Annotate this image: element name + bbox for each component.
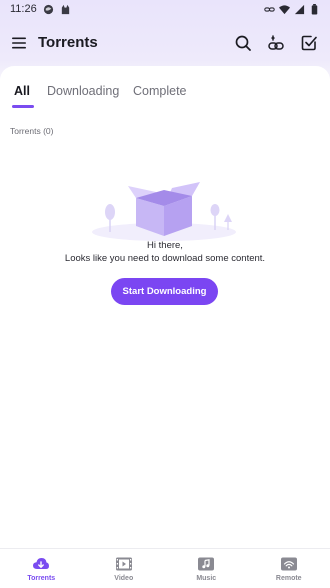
nav-item-video[interactable]: Video <box>83 549 166 588</box>
film-icon <box>115 557 132 571</box>
battery-icon <box>311 3 318 15</box>
torrent-count-label: Torrents (0) <box>10 126 54 136</box>
empty-state-hint: Looks like you need to download some con… <box>64 253 266 264</box>
nav-label-video: Video <box>114 575 134 582</box>
nav-label-remote: Remote <box>275 575 302 582</box>
nav-item-music[interactable]: Music <box>165 549 248 588</box>
tab-bar: All Downloading Complete <box>0 84 330 110</box>
bottom-nav: Torrents Video Music Remote <box>0 548 330 588</box>
music-icon <box>198 557 215 571</box>
wifi-icon <box>279 4 290 14</box>
nav-item-torrents[interactable]: Torrents <box>0 549 83 588</box>
select-checkbox-icon[interactable] <box>300 34 318 52</box>
empty-state-greeting: Hi there, <box>147 240 183 251</box>
empty-state-message: Hi there, Looks like you need to downloa… <box>0 239 330 265</box>
hamburger-menu-icon[interactable] <box>10 34 28 52</box>
nav-label-music: Music <box>196 575 217 582</box>
tab-all[interactable]: All <box>14 84 30 98</box>
start-downloading-button[interactable]: Start Downloading <box>111 278 218 305</box>
content-card <box>0 66 330 548</box>
page-title: Torrents <box>38 34 98 51</box>
nav-label-torrents: Torrents <box>27 575 56 582</box>
status-time: 11:26 <box>10 3 37 15</box>
add-torrent-link-icon[interactable] <box>267 34 285 52</box>
search-icon[interactable] <box>234 34 252 52</box>
vpn-globe-icon <box>43 4 53 14</box>
cat-app-icon <box>61 4 69 14</box>
cloud-download-icon <box>33 558 50 569</box>
signal-icon <box>294 4 305 14</box>
app-bar: Torrents <box>0 24 330 64</box>
status-bar: 11:26 <box>0 0 330 18</box>
active-tab-indicator <box>12 105 34 108</box>
nav-item-remote[interactable]: Remote <box>248 549 330 588</box>
remote-icon <box>280 557 297 571</box>
empty-box-illustration <box>92 182 236 241</box>
link-icon <box>264 6 275 12</box>
tab-downloading[interactable]: Downloading <box>47 84 119 98</box>
tab-complete[interactable]: Complete <box>133 84 187 98</box>
